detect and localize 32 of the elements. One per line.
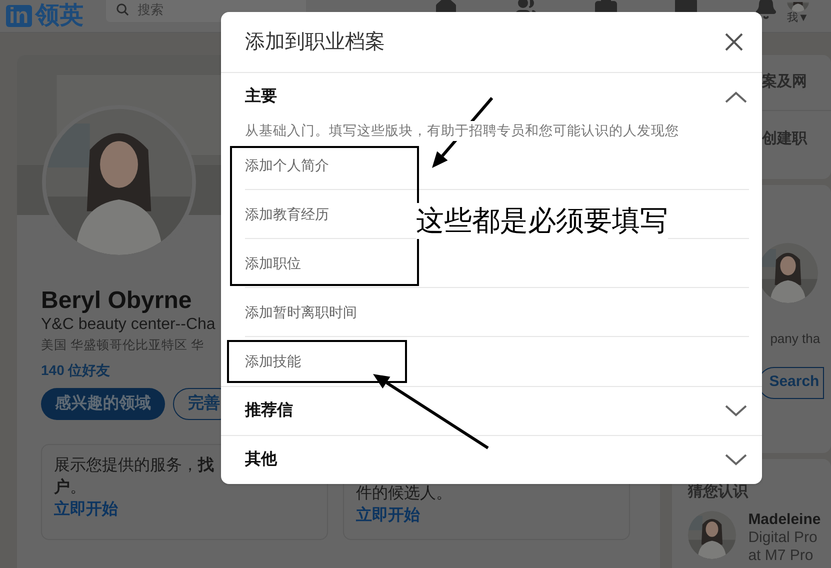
section-heading[interactable]: 推荐信 xyxy=(245,399,293,423)
promo-text: 件的候选人。 xyxy=(356,484,452,504)
add-section-link[interactable]: 添加技能 xyxy=(245,351,301,372)
promo-text: 户。 xyxy=(54,477,86,498)
get-started-link[interactable]: 立即开始 xyxy=(356,505,420,527)
close-icon xyxy=(725,33,743,51)
modal-title: 添加到职业档案 xyxy=(245,30,385,55)
promo-text: 展示您提供的服务，找 xyxy=(54,456,214,476)
profile-action-button[interactable]: 感兴趣的领域 xyxy=(41,388,165,420)
chevron-up-icon[interactable] xyxy=(724,90,748,104)
promo-text: pany tha xyxy=(770,330,822,348)
logo-text[interactable]: 领英 xyxy=(36,3,84,29)
chevron-down-icon[interactable] xyxy=(724,453,748,467)
chevron-down-icon[interactable] xyxy=(724,404,748,418)
add-section-link[interactable]: 添加暂时离职时间 xyxy=(245,302,357,322)
person-name[interactable]: Madeleine xyxy=(748,511,821,529)
search-icon xyxy=(116,3,129,16)
get-started-link[interactable]: 立即开始 xyxy=(54,499,118,521)
me-menu[interactable]: 我▼ xyxy=(787,12,809,24)
logo-badge[interactable]: in xyxy=(6,5,32,27)
profile-headline: Y&C beauty center--Cha xyxy=(41,315,216,335)
sidebar-link[interactable]: 案及网 xyxy=(762,71,808,94)
add-section-link[interactable]: 添加职位 xyxy=(245,252,301,274)
person-headline: Digital Pro xyxy=(748,529,818,547)
section-title: 猜您认识 xyxy=(688,483,748,501)
bell-icon[interactable] xyxy=(754,0,778,20)
section-heading[interactable]: 其他 xyxy=(245,448,277,472)
profile-location: 美国 华盛顿哥伦比亚特区 华 xyxy=(41,337,204,354)
person-headline: at M7 Pro xyxy=(748,547,814,565)
profile-name: Beryl Obyrne xyxy=(41,287,192,315)
sidebar-link[interactable]: 创建职 xyxy=(762,128,808,150)
connections-link[interactable]: 140 位好友 xyxy=(41,361,110,379)
